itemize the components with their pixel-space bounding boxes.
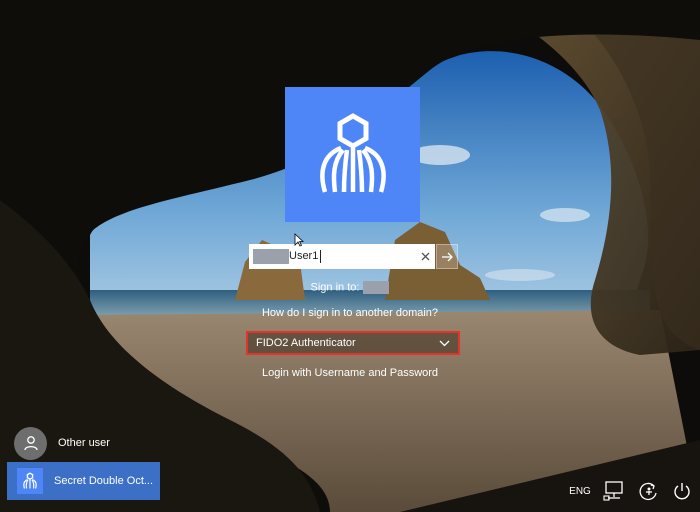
close-icon xyxy=(421,252,429,261)
redacted-block xyxy=(253,249,289,264)
chevron-down-icon xyxy=(439,340,450,346)
account-logo-tile xyxy=(285,87,420,222)
ease-of-access-button[interactable] xyxy=(635,478,663,504)
ease-of-access-icon xyxy=(639,482,657,501)
sign-in-to-label: Sign in to: xyxy=(310,281,360,294)
language-indicator[interactable]: ENG xyxy=(566,478,594,504)
authenticator-selected-value: FIDO2 Authenticator xyxy=(256,337,356,349)
network-icon xyxy=(603,481,623,501)
login-with-password-link[interactable]: Login with Username and Password xyxy=(0,367,700,379)
person-icon xyxy=(23,436,38,451)
power-icon xyxy=(674,483,690,500)
sign-in-to-row: Sign in to: xyxy=(0,281,700,294)
lockscreen: Sign in to: How do I sign in to another … xyxy=(0,0,700,512)
octopus-logo-icon xyxy=(319,112,386,193)
authenticator-select[interactable]: FIDO2 Authenticator xyxy=(246,331,460,355)
submit-button[interactable] xyxy=(436,244,458,269)
clear-button[interactable] xyxy=(417,244,433,269)
avatar xyxy=(17,468,43,494)
octopus-logo-icon xyxy=(23,472,37,489)
user-tile-other-user[interactable]: Other user xyxy=(14,426,174,460)
username-input[interactable] xyxy=(289,244,407,269)
user-label: Other user xyxy=(58,437,110,449)
user-tile-selected[interactable]: Secret Double Oct... xyxy=(7,462,160,500)
username-row xyxy=(249,244,458,269)
username-field[interactable] xyxy=(249,244,435,269)
mouse-pointer-icon xyxy=(294,233,304,247)
power-button[interactable] xyxy=(668,478,696,504)
network-button[interactable] xyxy=(600,478,628,504)
text-caret xyxy=(320,250,321,263)
arrow-right-icon xyxy=(442,252,453,261)
other-domain-link[interactable]: How do I sign in to another domain? xyxy=(0,307,700,319)
redacted-domain xyxy=(363,281,390,294)
user-label: Secret Double Oct... xyxy=(54,475,154,487)
avatar xyxy=(14,426,47,460)
